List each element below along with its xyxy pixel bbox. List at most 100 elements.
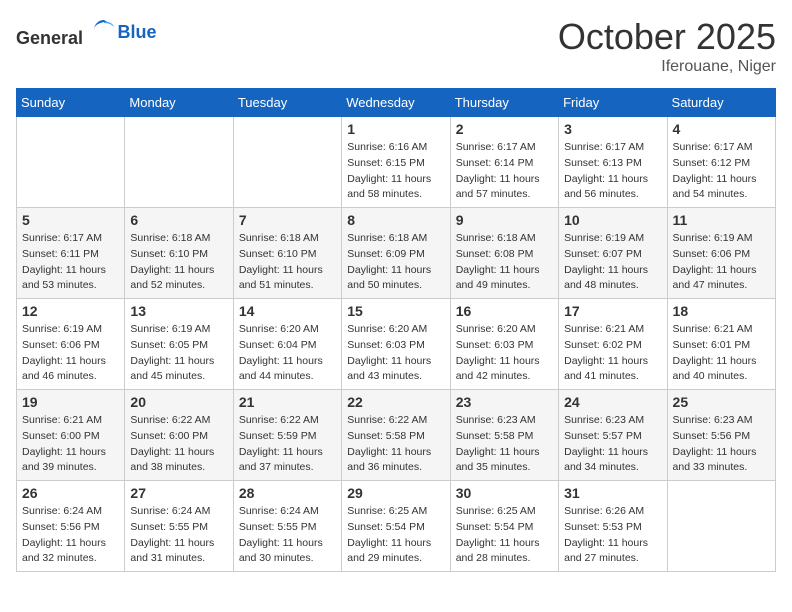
day-info: Sunrise: 6:21 AMSunset: 6:01 PMDaylight:… — [673, 322, 770, 385]
logo-general: General — [16, 28, 83, 48]
day-header-row: SundayMondayTuesdayWednesdayThursdayFrid… — [17, 89, 776, 117]
calendar-cell — [125, 117, 233, 208]
calendar-cell: 7Sunrise: 6:18 AMSunset: 6:10 PMDaylight… — [233, 208, 341, 299]
day-header-saturday: Saturday — [667, 89, 775, 117]
week-row-3: 12 Sunrise: 6:19 AMSunset: 6:06 PMDayligh… — [17, 299, 776, 390]
calendar-cell: 27 Sunrise: 6:24 AMSunset: 5:55 PMDayligh… — [125, 481, 233, 572]
day-number: 4 — [673, 121, 770, 137]
day-info: Sunrise: 6:18 AMSunset: 6:08 PMDaylight:… — [456, 231, 553, 294]
day-number: 7 — [239, 212, 336, 228]
day-info: Sunrise: 6:23 AMSunset: 5:58 PMDaylight:… — [456, 413, 553, 476]
calendar-cell: 24 Sunrise: 6:23 AMSunset: 5:57 PMDayligh… — [559, 390, 667, 481]
day-number: 11 — [673, 212, 770, 228]
day-number: 15 — [347, 303, 444, 319]
page-header: General Blue October 2025 Iferouane, Nig… — [16, 16, 776, 76]
day-number: 6 — [130, 212, 227, 228]
title-block: October 2025 Iferouane, Niger — [558, 16, 776, 76]
calendar-cell: 6Sunrise: 6:18 AMSunset: 6:10 PMDaylight… — [125, 208, 233, 299]
day-number: 12 — [22, 303, 119, 319]
calendar-cell: 29 Sunrise: 6:25 AMSunset: 5:54 PMDayligh… — [342, 481, 450, 572]
day-info: Sunrise: 6:23 AMSunset: 5:56 PMDaylight:… — [673, 413, 770, 476]
month-title: October 2025 — [558, 16, 776, 58]
day-info: Sunrise: 6:25 AMSunset: 5:54 PMDaylight:… — [347, 504, 444, 567]
day-number: 17 — [564, 303, 661, 319]
day-number: 27 — [130, 485, 227, 501]
day-number: 30 — [456, 485, 553, 501]
day-info: Sunrise: 6:22 AMSunset: 6:00 PMDaylight:… — [130, 413, 227, 476]
day-info: Sunrise: 6:24 AMSunset: 5:56 PMDaylight:… — [22, 504, 119, 567]
calendar-cell: 15 Sunrise: 6:20 AMSunset: 6:03 PMDayligh… — [342, 299, 450, 390]
calendar-table: SundayMondayTuesdayWednesdayThursdayFrid… — [16, 88, 776, 572]
day-header-monday: Monday — [125, 89, 233, 117]
day-number: 23 — [456, 394, 553, 410]
day-info: Sunrise: 6:25 AMSunset: 5:54 PMDaylight:… — [456, 504, 553, 567]
logo: General Blue — [16, 16, 157, 49]
calendar-cell — [17, 117, 125, 208]
day-number: 9 — [456, 212, 553, 228]
calendar-cell: 4Sunrise: 6:17 AMSunset: 6:12 PMDaylight… — [667, 117, 775, 208]
logo-icon — [90, 16, 118, 44]
calendar-cell: 21Sunrise: 6:22 AMSunset: 5:59 PMDayligh… — [233, 390, 341, 481]
day-number: 10 — [564, 212, 661, 228]
day-info: Sunrise: 6:19 AMSunset: 6:06 PMDaylight:… — [673, 231, 770, 294]
week-row-2: 5 Sunrise: 6:17 AMSunset: 6:11 PMDaylight… — [17, 208, 776, 299]
day-number: 5 — [22, 212, 119, 228]
day-header-wednesday: Wednesday — [342, 89, 450, 117]
day-number: 26 — [22, 485, 119, 501]
day-info: Sunrise: 6:17 AMSunset: 6:13 PMDaylight:… — [564, 140, 661, 203]
calendar-cell: 13 Sunrise: 6:19 AMSunset: 6:05 PMDayligh… — [125, 299, 233, 390]
calendar-cell: 1 Sunrise: 6:16 AMSunset: 6:15 PMDaylight… — [342, 117, 450, 208]
location-title: Iferouane, Niger — [558, 58, 776, 76]
calendar-cell: 25 Sunrise: 6:23 AMSunset: 5:56 PMDayligh… — [667, 390, 775, 481]
day-number: 14 — [239, 303, 336, 319]
calendar-cell: 5 Sunrise: 6:17 AMSunset: 6:11 PMDaylight… — [17, 208, 125, 299]
day-info: Sunrise: 6:19 AMSunset: 6:07 PMDaylight:… — [564, 231, 661, 294]
day-number: 3 — [564, 121, 661, 137]
day-number: 1 — [347, 121, 444, 137]
day-info: Sunrise: 6:24 AMSunset: 5:55 PMDaylight:… — [130, 504, 227, 567]
calendar-cell: 26 Sunrise: 6:24 AMSunset: 5:56 PMDayligh… — [17, 481, 125, 572]
day-number: 18 — [673, 303, 770, 319]
day-info: Sunrise: 6:19 AMSunset: 6:06 PMDaylight:… — [22, 322, 119, 385]
day-info: Sunrise: 6:20 AMSunset: 6:03 PMDaylight:… — [456, 322, 553, 385]
day-info: Sunrise: 6:21 AMSunset: 6:00 PMDaylight:… — [22, 413, 119, 476]
day-number: 22 — [347, 394, 444, 410]
day-info: Sunrise: 6:22 AMSunset: 5:58 PMDaylight:… — [347, 413, 444, 476]
calendar-cell: 14Sunrise: 6:20 AMSunset: 6:04 PMDayligh… — [233, 299, 341, 390]
calendar-cell — [667, 481, 775, 572]
day-info: Sunrise: 6:24 AMSunset: 5:55 PMDaylight:… — [239, 504, 336, 567]
calendar-cell: 19 Sunrise: 6:21 AMSunset: 6:00 PMDayligh… — [17, 390, 125, 481]
day-info: Sunrise: 6:26 AMSunset: 5:53 PMDaylight:… — [564, 504, 661, 567]
day-number: 28 — [239, 485, 336, 501]
calendar-cell: 17Sunrise: 6:21 AMSunset: 6:02 PMDayligh… — [559, 299, 667, 390]
calendar-cell: 11 Sunrise: 6:19 AMSunset: 6:06 PMDayligh… — [667, 208, 775, 299]
day-info: Sunrise: 6:20 AMSunset: 6:03 PMDaylight:… — [347, 322, 444, 385]
calendar-cell: 18 Sunrise: 6:21 AMSunset: 6:01 PMDayligh… — [667, 299, 775, 390]
day-header-friday: Friday — [559, 89, 667, 117]
day-number: 29 — [347, 485, 444, 501]
calendar-cell: 2Sunrise: 6:17 AMSunset: 6:14 PMDaylight… — [450, 117, 558, 208]
calendar-cell: 8Sunrise: 6:18 AMSunset: 6:09 PMDaylight… — [342, 208, 450, 299]
day-info: Sunrise: 6:17 AMSunset: 6:11 PMDaylight:… — [22, 231, 119, 294]
day-number: 25 — [673, 394, 770, 410]
day-number: 24 — [564, 394, 661, 410]
day-info: Sunrise: 6:19 AMSunset: 6:05 PMDaylight:… — [130, 322, 227, 385]
calendar-cell: 12 Sunrise: 6:19 AMSunset: 6:06 PMDayligh… — [17, 299, 125, 390]
day-info: Sunrise: 6:16 AMSunset: 6:15 PMDaylight:… — [347, 140, 444, 203]
day-header-sunday: Sunday — [17, 89, 125, 117]
calendar-cell: 20Sunrise: 6:22 AMSunset: 6:00 PMDayligh… — [125, 390, 233, 481]
day-header-tuesday: Tuesday — [233, 89, 341, 117]
calendar-header: SundayMondayTuesdayWednesdayThursdayFrid… — [17, 89, 776, 117]
day-header-thursday: Thursday — [450, 89, 558, 117]
calendar-cell: 9 Sunrise: 6:18 AMSunset: 6:08 PMDaylight… — [450, 208, 558, 299]
calendar-cell: 22 Sunrise: 6:22 AMSunset: 5:58 PMDayligh… — [342, 390, 450, 481]
day-number: 13 — [130, 303, 227, 319]
calendar-cell — [233, 117, 341, 208]
week-row-4: 19 Sunrise: 6:21 AMSunset: 6:00 PMDayligh… — [17, 390, 776, 481]
day-number: 31 — [564, 485, 661, 501]
day-number: 19 — [22, 394, 119, 410]
day-info: Sunrise: 6:23 AMSunset: 5:57 PMDaylight:… — [564, 413, 661, 476]
day-number: 16 — [456, 303, 553, 319]
calendar-cell: 16 Sunrise: 6:20 AMSunset: 6:03 PMDayligh… — [450, 299, 558, 390]
calendar-cell: 10 Sunrise: 6:19 AMSunset: 6:07 PMDayligh… — [559, 208, 667, 299]
